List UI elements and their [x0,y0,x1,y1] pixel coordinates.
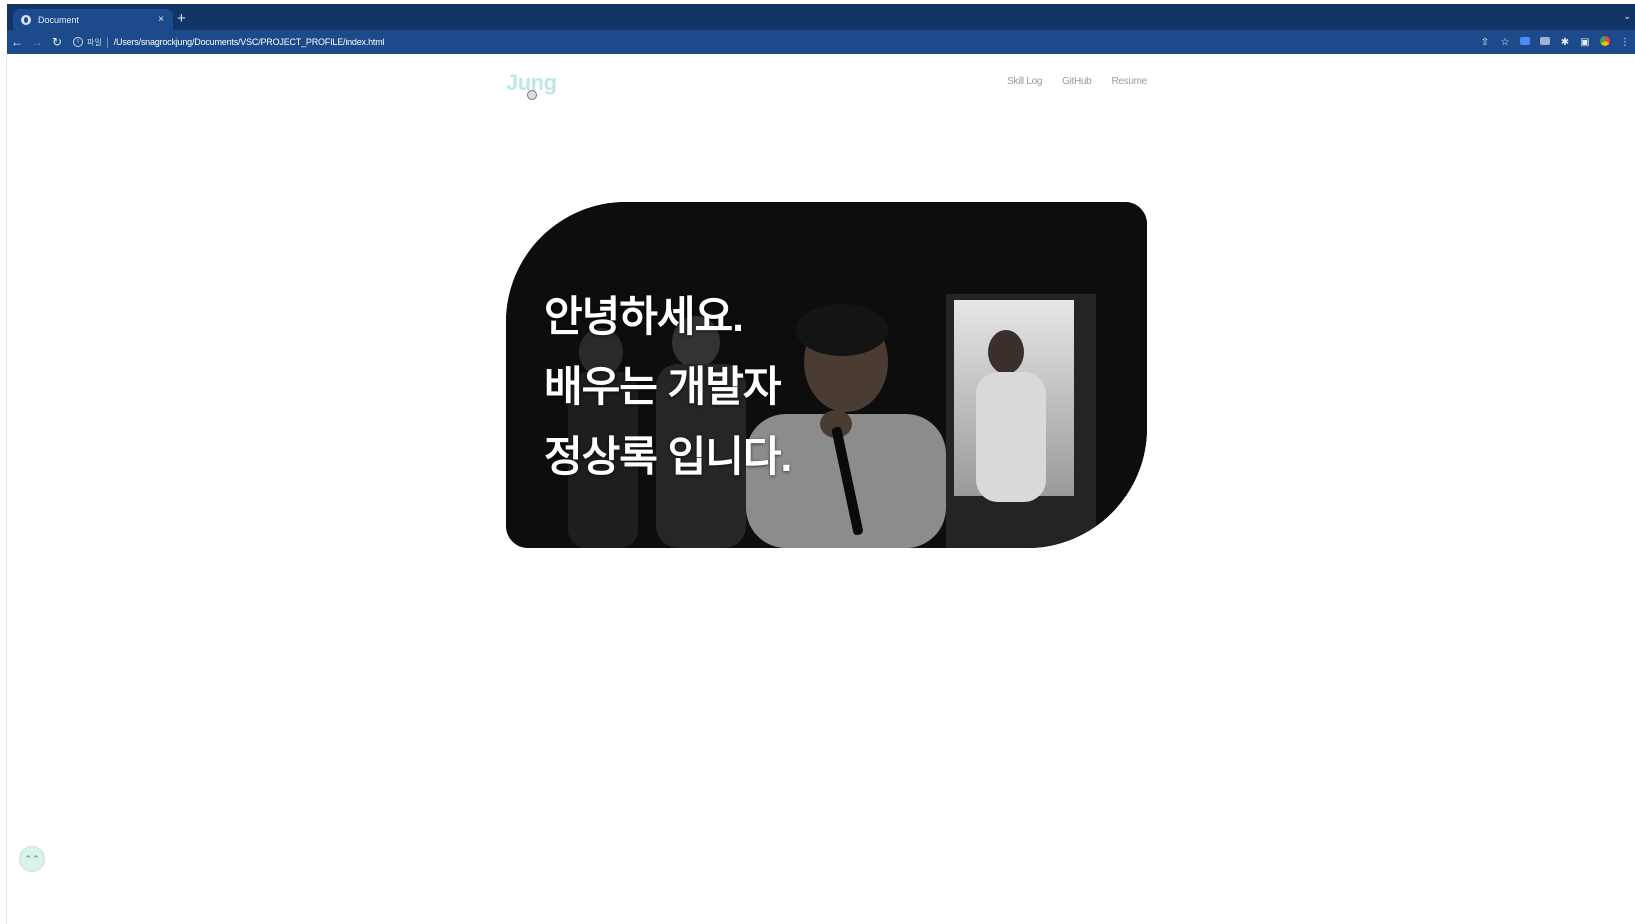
scheme-label: 파일 [87,37,102,47]
chevron-down-icon[interactable]: ⌄ [1623,11,1631,22]
forward-arrow-icon[interactable]: → [27,35,47,49]
hero-text: 안녕하세요. 배우는 개발자 정상록 입니다. [544,282,792,492]
double-chevron-up-icon: ⌃⌃ [24,854,40,864]
scroll-top-button[interactable]: ⌃⌃ [19,846,45,872]
browser-toolbar: ← → ↻ i 파일 /Users/snagrockjung/Documents… [7,30,1635,54]
close-tab-icon[interactable]: × [153,14,169,25]
back-arrow-icon[interactable]: ← [7,35,27,49]
globe-icon [21,14,31,25]
menu-icon[interactable]: ⋮ [1615,37,1635,48]
profile-icon[interactable] [1595,35,1615,49]
url-text[interactable]: /Users/snagrockjung/Documents/VSC/PROJEC… [114,37,385,47]
reload-icon[interactable]: ↻ [47,35,67,49]
info-icon[interactable]: i [73,37,83,47]
address-bar[interactable]: i 파일 /Users/snagrockjung/Documents/VSC/P… [73,32,385,52]
extension-icon[interactable] [1515,36,1535,48]
page-viewport: Jung Skill Log GitHub Resume 안녕하세요. 배우는 … [7,54,1635,924]
divider [106,36,108,48]
sidebar-icon[interactable]: ▣ [1575,37,1595,48]
share-icon[interactable]: ⇧ [1475,37,1495,48]
browser-chrome: Document × + ⌄ ← → ↻ i 파일 /Users/snagroc… [7,4,1635,54]
browser-tab[interactable]: Document × [13,9,173,30]
hero-line-greeting: 안녕하세요. [544,293,744,340]
site-nav: Skill Log GitHub Resume [1007,76,1147,87]
nav-skill-log[interactable]: Skill Log [1007,76,1042,87]
tab-title: Document [38,14,80,25]
hero-line-name: 정상록 입니다. [544,433,792,480]
tab-bar: Document × + ⌄ [7,4,1635,30]
puzzle-icon[interactable]: ✱ [1555,37,1575,48]
hero-banner: 안녕하세요. 배우는 개발자 정상록 입니다. [506,202,1147,548]
bookmark-star-icon[interactable]: ☆ [1495,37,1515,48]
new-tab-button[interactable]: + [177,10,186,28]
extension-icon[interactable] [1535,36,1555,48]
nav-resume[interactable]: Resume [1111,76,1147,87]
hero-line-role: 배우는 개발자 [544,363,782,410]
mouse-cursor-icon [527,90,537,100]
nav-github[interactable]: GitHub [1062,76,1092,87]
toolbar-actions: ⇧ ☆ ✱ ▣ ⋮ [1475,30,1635,54]
